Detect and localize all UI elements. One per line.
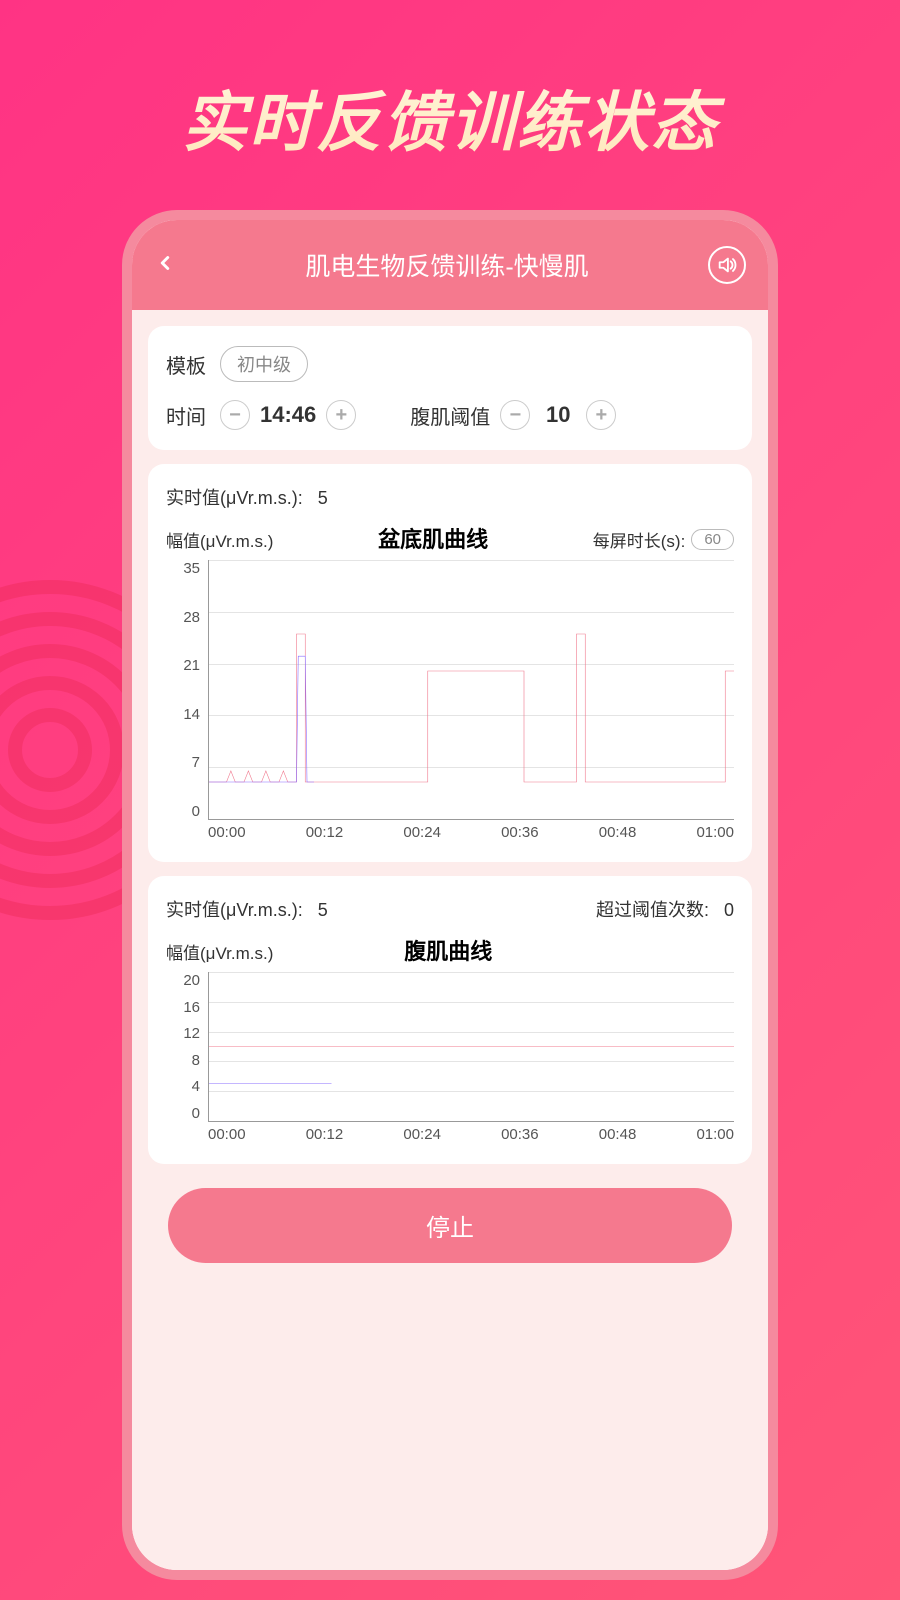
threshold-value: 10 (540, 402, 576, 428)
y-axis-label: 幅值(μVr.m.s.) (166, 527, 273, 552)
abdominal-chart: 20 16 12 8 4 0 (166, 972, 734, 1144)
template-label: 模板 (166, 350, 210, 379)
controls-card: 模板 初中级 时间 − 14:46 + 腹肌阈值 − 10 + (148, 326, 752, 450)
realtime-label: 实时值(μVr.m.s.): (166, 900, 303, 920)
template-selector[interactable]: 初中级 (220, 346, 308, 382)
time-increment-button[interactable]: + (326, 400, 356, 430)
realtime-value: 5 (318, 488, 328, 508)
over-threshold-value: 0 (724, 900, 734, 920)
screen-duration-selector[interactable]: 60 (691, 529, 734, 550)
app-body: 模板 初中级 时间 − 14:46 + 腹肌阈值 − 10 + 实时值(μVr.… (132, 310, 768, 1570)
realtime-label: 实时值(μVr.m.s.): (166, 488, 303, 508)
pelvic-chart-card: 实时值(μVr.m.s.): 5 幅值(μVr.m.s.) 盆底肌曲线 每屏时长… (148, 464, 752, 862)
threshold-label: 腹肌阈值 (410, 401, 490, 430)
marketing-title: 实时反馈训练状态 (0, 0, 900, 194)
realtime-value: 5 (318, 900, 328, 920)
time-decrement-button[interactable]: − (220, 400, 250, 430)
threshold-increment-button[interactable]: + (586, 400, 616, 430)
over-threshold-label: 超过阈值次数: (596, 900, 709, 920)
screen-duration-label: 每屏时长(s): (593, 527, 686, 552)
time-value: 14:46 (260, 402, 316, 428)
stop-button[interactable]: 停止 (168, 1188, 732, 1263)
abdominal-chart-svg (209, 972, 734, 1121)
chart-title: 腹肌曲线 (228, 934, 668, 966)
back-button[interactable] (154, 249, 186, 281)
sound-button[interactable] (708, 246, 746, 284)
app-header: 肌电生物反馈训练-快慢肌 (132, 220, 768, 310)
chart-title: 盆底肌曲线 (283, 522, 582, 554)
abdominal-chart-card: 实时值(μVr.m.s.): 5 超过阈值次数: 0 幅值(μVr.m.s.) … (148, 876, 752, 1164)
pelvic-chart: 35 28 21 14 7 0 (166, 560, 734, 842)
time-label: 时间 (166, 401, 210, 430)
pelvic-chart-svg (209, 560, 734, 819)
phone-frame: 肌电生物反馈训练-快慢肌 模板 初中级 时间 − 14:46 + 腹肌阈值 − … (122, 210, 778, 1580)
threshold-decrement-button[interactable]: − (500, 400, 530, 430)
page-title: 肌电生物反馈训练-快慢肌 (186, 247, 708, 283)
sound-icon (716, 254, 738, 276)
